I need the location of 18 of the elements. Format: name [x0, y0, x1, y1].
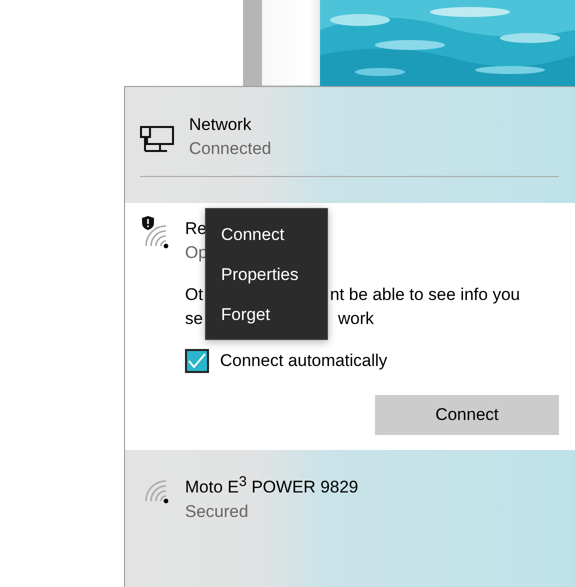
warning-text: se: [185, 308, 203, 330]
menu-item[interactable]: Connect: [206, 215, 327, 255]
wired-network-icon: [140, 126, 174, 153]
network-status: Connected: [189, 138, 272, 160]
checkbox[interactable]: [185, 349, 209, 373]
network-item[interactable]: Moto E$^{3}$ POWER 9829 Secured: [125, 450, 575, 524]
network-name: Network: [189, 114, 252, 136]
network-name: Re: [185, 218, 208, 240]
menu-item[interactable]: Properties: [206, 255, 327, 295]
warning-text: nt be able to see info you: [330, 284, 520, 306]
connect-button[interactable]: Connect: [375, 395, 559, 435]
network-name: Moto E$^{3}$ POWER 9829: [185, 473, 358, 499]
checkbox-label: Connect automatically: [220, 351, 388, 371]
network-status: Secured: [185, 500, 250, 523]
network-item[interactable]: Network Connected: [140, 113, 575, 161]
warning-text: work: [337, 308, 374, 330]
menu-item[interactable]: Forget: [206, 295, 327, 335]
warning-text: Ot: [185, 284, 203, 306]
